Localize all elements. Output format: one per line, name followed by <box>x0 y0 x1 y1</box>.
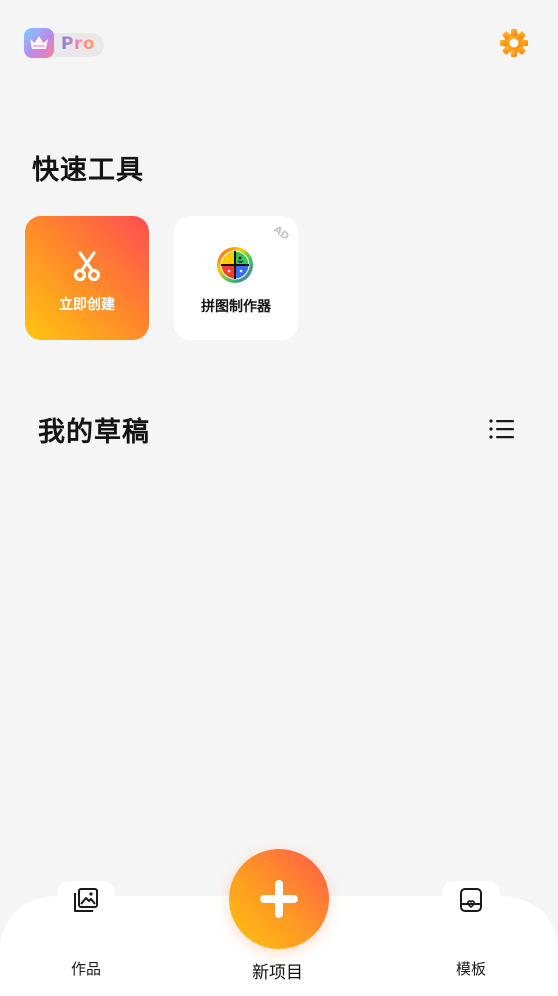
scissors-icon <box>73 251 101 282</box>
template-icon <box>460 888 482 912</box>
gallery-icon <box>74 888 98 912</box>
new-project-button[interactable] <box>229 849 329 949</box>
works-tab[interactable] <box>72 886 100 918</box>
pro-badge[interactable]: Pro <box>24 28 104 58</box>
ad-tag: AD <box>271 224 291 243</box>
create-now-tile[interactable]: 立即创建 <box>25 216 149 340</box>
list-view-icon <box>489 419 514 439</box>
quick-tools-title: 快速工具 <box>32 155 144 186</box>
list-view-button[interactable] <box>488 416 516 442</box>
collage-maker-tile[interactable]: AD 拼图制作器 <box>174 216 298 340</box>
gear-icon <box>500 29 528 57</box>
collage-maker-icon <box>217 247 253 283</box>
plus-icon <box>260 880 298 918</box>
new-project-label[interactable]: 新项目 <box>252 958 303 983</box>
settings-button[interactable] <box>498 27 530 59</box>
templates-tab[interactable] <box>458 886 484 918</box>
crown-icon <box>24 28 54 58</box>
templates-tab-label[interactable]: 模板 <box>456 958 486 979</box>
pro-label: Pro <box>61 34 96 54</box>
works-tab-label[interactable]: 作品 <box>71 958 101 979</box>
create-now-label: 立即创建 <box>59 297 115 313</box>
collage-maker-label: 拼图制作器 <box>201 299 271 315</box>
my-drafts-title: 我的草稿 <box>38 417 150 448</box>
